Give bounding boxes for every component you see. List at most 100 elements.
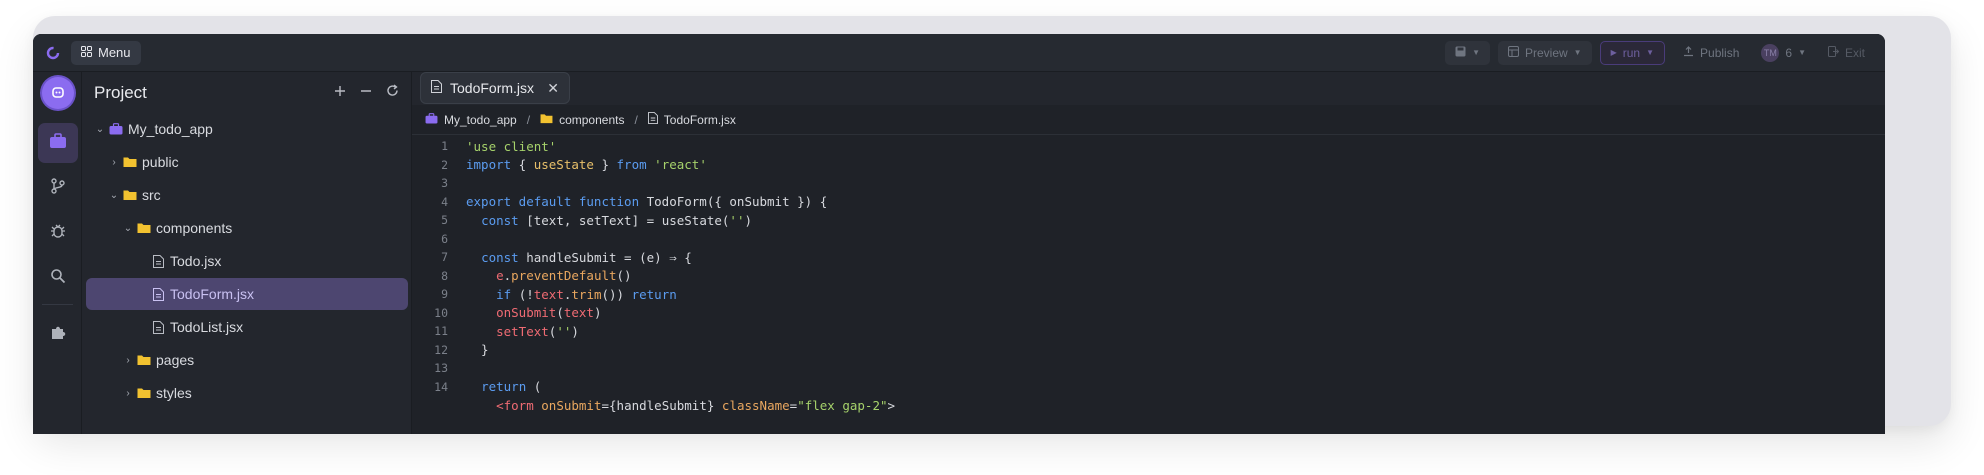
- activity-project[interactable]: [38, 123, 78, 163]
- activity-source-control[interactable]: [38, 168, 78, 208]
- line-number: 1: [441, 139, 448, 153]
- code-text: if (!text.trim()) return: [496, 286, 677, 302]
- code-text: onSubmit(text): [496, 305, 602, 320]
- chevron-down-icon: ⌄: [123, 222, 133, 234]
- run-button[interactable]: ▶ run ▼: [1599, 40, 1666, 65]
- breadcrumb-item[interactable]: TodoForm.jsx: [664, 113, 736, 127]
- line-number: 10: [434, 305, 448, 320]
- tree-item-file[interactable]: Todo.jsx: [86, 245, 408, 277]
- tree-label: public: [142, 154, 179, 170]
- code-editor: TodoForm.jsx ✕ My_todo_app / components …: [412, 72, 1885, 434]
- briefcase-icon: [49, 132, 67, 154]
- file-icon: [431, 80, 442, 96]
- chevron-right-icon: ›: [126, 387, 130, 399]
- tree-item-folder[interactable]: ⌄ components: [86, 212, 408, 244]
- code-text: <form onSubmit={handleSubmit} className=…: [496, 397, 896, 413]
- folder-icon: [122, 188, 138, 202]
- folder-icon: [136, 353, 152, 367]
- preview-icon: [1507, 45, 1519, 60]
- code-line: <form onSubmit={handleSubmit} className=…: [412, 396, 895, 414]
- code-text: setText(''): [496, 323, 579, 339]
- bug-icon: [50, 223, 66, 244]
- file-icon: [647, 112, 658, 127]
- code-line: 7 const handleSubmit = (e) ⇒ {: [412, 248, 692, 266]
- tree-item-file[interactable]: TodoList.jsx: [86, 311, 408, 343]
- breadcrumb-item[interactable]: components: [559, 113, 624, 127]
- code-text: export default function TodoForm({ onSub…: [466, 194, 828, 209]
- sidebar-header: Project: [94, 82, 399, 104]
- code-area[interactable]: 1 'use client' 2 import { useState } from …: [412, 135, 1885, 434]
- publish-label: Publish: [1700, 45, 1740, 60]
- tree-item-folder[interactable]: › styles: [86, 377, 408, 409]
- chevron-down-icon: ▼: [1646, 48, 1655, 57]
- add-icon[interactable]: [334, 84, 346, 102]
- tab-label: TodoForm.jsx: [450, 80, 535, 96]
- tree-label: TodoList.jsx: [170, 319, 244, 335]
- activity-debug[interactable]: [38, 213, 78, 253]
- menu-button[interactable]: Menu: [71, 40, 141, 65]
- tree-label: styles: [156, 385, 192, 401]
- refresh-icon[interactable]: [386, 84, 399, 102]
- publish-button[interactable]: Publish: [1673, 41, 1749, 65]
- code-line: 3: [412, 174, 466, 192]
- tree-item-file-selected[interactable]: TodoForm.jsx: [86, 278, 408, 310]
- line-number: 12: [434, 342, 448, 357]
- chevron-right-icon: ›: [112, 156, 116, 168]
- briefcase-icon: [425, 112, 438, 127]
- code-text: const [text, setText] = useState(''): [481, 212, 753, 228]
- tree-label: Todo.jsx: [170, 253, 222, 269]
- chevron-down-icon: ▼: [1472, 48, 1480, 57]
- code-line: 8 e.preventDefault(): [412, 267, 632, 285]
- line-number: 6: [441, 231, 448, 246]
- tree-label: src: [142, 187, 161, 203]
- line-number: 8: [441, 268, 448, 283]
- upload-icon: [1683, 45, 1694, 60]
- activity-search[interactable]: [38, 258, 78, 298]
- git-branch-icon: [50, 177, 66, 199]
- breadcrumb-item[interactable]: My_todo_app: [444, 113, 517, 127]
- code-text: const handleSubmit = (e) ⇒ {: [481, 249, 692, 265]
- code-text: e.preventDefault(): [496, 268, 632, 283]
- activity-divider: [42, 304, 73, 305]
- tab-todoform[interactable]: TodoForm.jsx ✕: [420, 72, 570, 104]
- exit-icon: [1827, 45, 1840, 60]
- activity-bar: [33, 72, 82, 434]
- close-icon[interactable]: ✕: [547, 80, 559, 97]
- sidebar-title: Project: [94, 83, 147, 102]
- tree-label: components: [156, 220, 233, 236]
- top-bar: Menu ▼ Preview ▼ ▶ run ▼ Publish TM 6 ▼ …: [33, 34, 1885, 72]
- search-icon: [50, 268, 66, 289]
- code-line: 10 onSubmit(text): [412, 304, 602, 322]
- chevron-right-icon: ›: [126, 354, 130, 366]
- chevron-down-icon: ⌄: [109, 189, 119, 201]
- code-text: 'use client': [466, 138, 557, 154]
- breadcrumb-separator: /: [526, 112, 531, 127]
- line-number: 13: [434, 361, 448, 375]
- grid-icon: [81, 45, 92, 60]
- code-line: 6: [412, 230, 466, 248]
- folder-icon: [122, 155, 138, 169]
- code-line: 12 }: [412, 341, 488, 359]
- user-avatar: TM: [1761, 43, 1780, 62]
- tree-item-folder[interactable]: ⌄ src: [86, 179, 408, 211]
- line-number: 11: [434, 324, 448, 338]
- line-number: 7: [441, 250, 448, 264]
- user-count: 6: [1785, 45, 1793, 60]
- line-number: 5: [441, 213, 448, 227]
- tree-item-project-root[interactable]: ⌄ My_todo_app: [86, 113, 408, 145]
- exit-button[interactable]: Exit: [1818, 41, 1875, 65]
- profile-avatar[interactable]: [42, 77, 74, 109]
- tree-item-folder[interactable]: › public: [86, 146, 408, 178]
- breadcrumb-separator: /: [634, 112, 638, 127]
- code-line: 11 setText(''): [412, 322, 579, 340]
- line-number: 14: [434, 379, 448, 394]
- save-button[interactable]: ▼: [1445, 40, 1490, 65]
- line-number: 9: [441, 287, 448, 301]
- preview-button[interactable]: Preview ▼: [1497, 40, 1592, 65]
- users-button[interactable]: TM 6 ▼: [1757, 41, 1810, 65]
- chevron-down-icon: ▼: [1798, 48, 1806, 57]
- folder-icon: [136, 221, 152, 235]
- tree-item-folder[interactable]: › pages: [86, 344, 408, 376]
- collapse-icon[interactable]: [360, 84, 372, 102]
- activity-extensions[interactable]: [38, 314, 78, 354]
